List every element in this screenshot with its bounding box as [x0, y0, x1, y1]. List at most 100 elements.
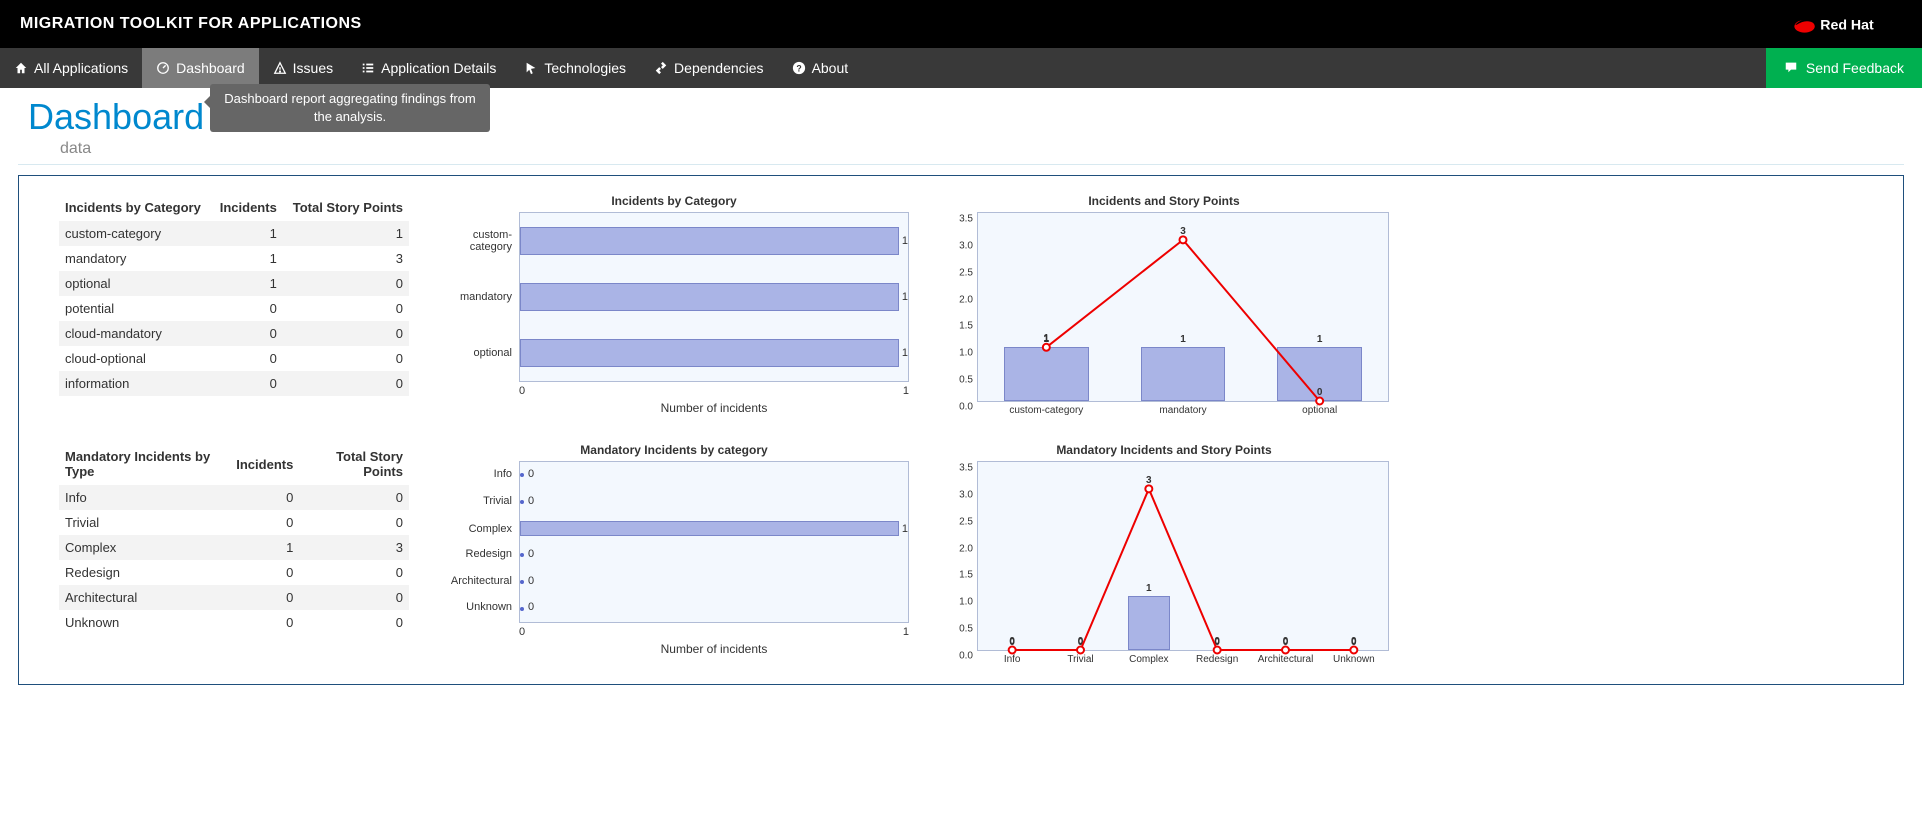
hbar-label: Unknown — [445, 601, 520, 613]
cell: 0 — [230, 485, 299, 510]
header-divider — [18, 164, 1904, 165]
hbar-value: 0 — [528, 468, 534, 480]
nav-all-applications[interactable]: All Applications — [0, 48, 142, 88]
cell: Info — [59, 485, 230, 510]
cell: 1 — [212, 221, 283, 246]
tick: 0 — [519, 626, 525, 638]
hbar-marker — [520, 607, 524, 611]
page-title-row: Dashboard i Dashboard report aggregating… — [28, 96, 1894, 138]
cell: Trivial — [59, 510, 230, 535]
th: Total Story Points — [283, 194, 409, 221]
nav-technologies[interactable]: Technologies — [510, 48, 640, 88]
brand-logo: Red Hat — [1792, 10, 1902, 38]
svg-text:Red Hat: Red Hat — [1820, 17, 1874, 33]
hbar-marker — [520, 473, 524, 477]
table-row: Complex13 — [59, 535, 409, 560]
cell: 0 — [212, 371, 283, 396]
hbar-label: optional — [445, 347, 520, 359]
cell: 0 — [212, 296, 283, 321]
cell: 0 — [230, 560, 299, 585]
nav-issues[interactable]: Issues — [259, 48, 347, 88]
table-row: optional10 — [59, 271, 409, 296]
table-row: Redesign00 — [59, 560, 409, 585]
hbar-row: optional1 — [520, 339, 908, 367]
hbar-row: Redesign0 — [520, 548, 908, 560]
hbar-value: 0 — [528, 495, 534, 507]
hbar-label: Info — [445, 468, 520, 480]
nav-label: All Applications — [34, 60, 128, 76]
hbar-row: mandatory1 — [520, 283, 908, 311]
nav-app-details[interactable]: Application Details — [347, 48, 510, 88]
comment-icon — [1784, 60, 1798, 77]
nav-label: Issues — [293, 60, 333, 76]
nav-label: Dependencies — [674, 60, 764, 76]
table-row: Unknown00 — [59, 610, 409, 635]
combo-chart-area: 0.00.51.01.52.02.53.03.5Info00Trivial00C… — [977, 461, 1389, 651]
chart-title: Mandatory Incidents by category — [439, 443, 909, 457]
hbar-row: Trivial0 — [520, 495, 908, 507]
nav-dashboard[interactable]: Dashboard — [142, 48, 259, 88]
page-header: Dashboard i Dashboard report aggregating… — [0, 88, 1922, 162]
th: Incidents by Category — [59, 194, 212, 221]
nav-label: Technologies — [544, 60, 626, 76]
x-axis: 01 — [519, 623, 909, 638]
hbar-chart-area: custom-category1 mandatory1 optional1 — [519, 212, 909, 382]
hbar-row: custom-category1 — [520, 227, 908, 255]
chart-title: Incidents by Category — [439, 194, 909, 208]
table-row: cloud-mandatory00 — [59, 321, 409, 346]
hbar-value: 1 — [902, 523, 908, 535]
y-tick: 3.5 — [959, 463, 978, 474]
table-row: custom-category11 — [59, 221, 409, 246]
th: Incidents — [212, 194, 283, 221]
line-overlay — [978, 213, 1388, 401]
cell: 0 — [283, 296, 409, 321]
hbar-value: 1 — [902, 347, 908, 359]
hbar-row: Architectural0 — [520, 575, 908, 587]
send-feedback-button[interactable]: Send Feedback — [1766, 48, 1922, 88]
cell: Redesign — [59, 560, 230, 585]
cell: 1 — [230, 535, 299, 560]
hbar-value: 0 — [528, 548, 534, 560]
cell: 0 — [299, 560, 409, 585]
hbar — [520, 521, 899, 536]
cell: custom-category — [59, 221, 212, 246]
nav-about[interactable]: ? About — [778, 48, 863, 88]
hbar-label: custom-category — [445, 229, 520, 253]
y-tick: 0.5 — [959, 624, 978, 635]
cell: 0 — [299, 585, 409, 610]
cell: optional — [59, 271, 212, 296]
y-tick: 3.5 — [959, 214, 978, 225]
cell: 0 — [283, 321, 409, 346]
cursor-icon — [524, 61, 538, 75]
cell: Architectural — [59, 585, 230, 610]
nav-label: Dashboard — [176, 60, 245, 76]
x-axis: 01 — [519, 382, 909, 397]
cell: 0 — [299, 485, 409, 510]
nav-label: About — [812, 60, 849, 76]
cell: 1 — [212, 271, 283, 296]
cell: mandatory — [59, 246, 212, 271]
cell: 1 — [212, 246, 283, 271]
page-title: Dashboard — [28, 96, 204, 138]
y-tick: 0.0 — [959, 402, 978, 413]
chart-incidents-story-points: Incidents and Story Points 0.00.51.01.52… — [939, 194, 1389, 402]
y-tick: 1.0 — [959, 597, 978, 608]
hbar-row: Complex1 — [520, 521, 908, 536]
x-axis-label: Number of incidents — [519, 642, 909, 656]
y-tick: 1.5 — [959, 321, 978, 332]
cell: potential — [59, 296, 212, 321]
cell: 3 — [283, 246, 409, 271]
app-title: MIGRATION TOOLKIT FOR APPLICATIONS — [20, 15, 362, 33]
th: Incidents — [230, 443, 299, 485]
cell: 0 — [299, 610, 409, 635]
hbar-label: Trivial — [445, 495, 520, 507]
x-axis-label: Number of incidents — [519, 401, 909, 415]
hbar-value: 1 — [902, 235, 908, 247]
hbar-row: Unknown0 — [520, 601, 908, 613]
y-tick: 2.0 — [959, 294, 978, 305]
dash-row-1: Incidents by Category Incidents Total St… — [59, 194, 1863, 415]
dashboard-icon — [156, 61, 170, 75]
nav-dependencies[interactable]: Dependencies — [640, 48, 778, 88]
nav-label: Application Details — [381, 60, 496, 76]
y-tick: 0.0 — [959, 651, 978, 662]
